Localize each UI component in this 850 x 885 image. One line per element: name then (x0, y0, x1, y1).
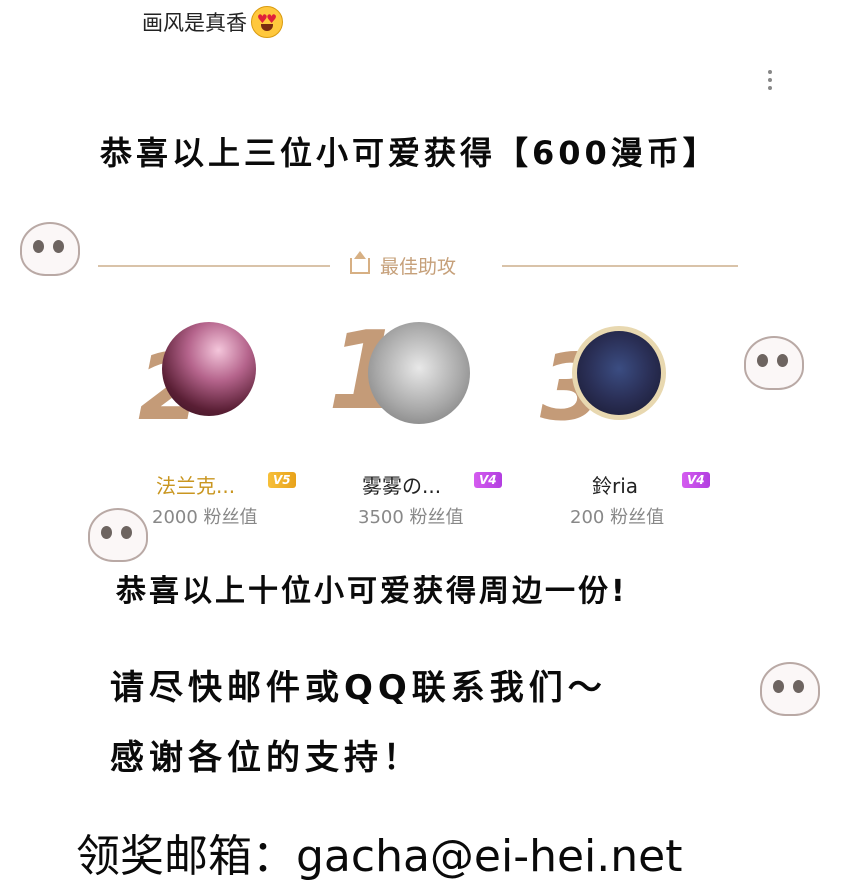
vip-badge: V4 (474, 472, 502, 488)
skull-doodle-icon (20, 222, 80, 276)
skull-doodle-icon (744, 336, 804, 390)
announcement-coins: 恭喜以上三位小可爱获得【600漫币】 (100, 134, 719, 172)
avatar[interactable] (162, 322, 256, 416)
leaderboard-title-text: 最佳助攻 (380, 256, 457, 278)
crown-icon (350, 250, 370, 274)
leaderboard-title: 最佳助攻 (350, 250, 457, 279)
section-divider-left (98, 265, 330, 267)
vip-badge: V4 (682, 472, 710, 488)
section-divider-right (502, 265, 738, 267)
user-name[interactable]: 鈴ria (592, 470, 638, 499)
announcement-contact: 请尽快邮件或QQ联系我们～ (110, 668, 607, 708)
user-name[interactable]: 雾雾の... (362, 470, 441, 499)
fan-value: 2000 粉丝值 (152, 507, 258, 528)
contact-email: 领奖邮箱：gacha@ei-hei.net (76, 831, 683, 882)
user-name[interactable]: 法兰克... (156, 470, 235, 499)
vip-badge: V5 (268, 472, 296, 488)
heart-eyes-emoji-icon (251, 6, 283, 38)
comment-text: 画风是真香 (142, 11, 247, 35)
avatar[interactable] (572, 326, 666, 420)
fan-value: 200 粉丝值 (570, 507, 665, 528)
fan-value: 3500 粉丝值 (358, 507, 464, 528)
skull-doodle-icon (760, 662, 820, 716)
skull-doodle-icon (88, 508, 148, 562)
more-options-icon[interactable] (768, 70, 774, 90)
announcement-thanks: 感谢各位的支持！ (110, 738, 422, 778)
comment-text-row: 画风是真香 (142, 6, 283, 38)
avatar[interactable] (368, 322, 470, 424)
announcement-merch: 恭喜以上十位小可爱获得周边一份! (116, 574, 628, 609)
